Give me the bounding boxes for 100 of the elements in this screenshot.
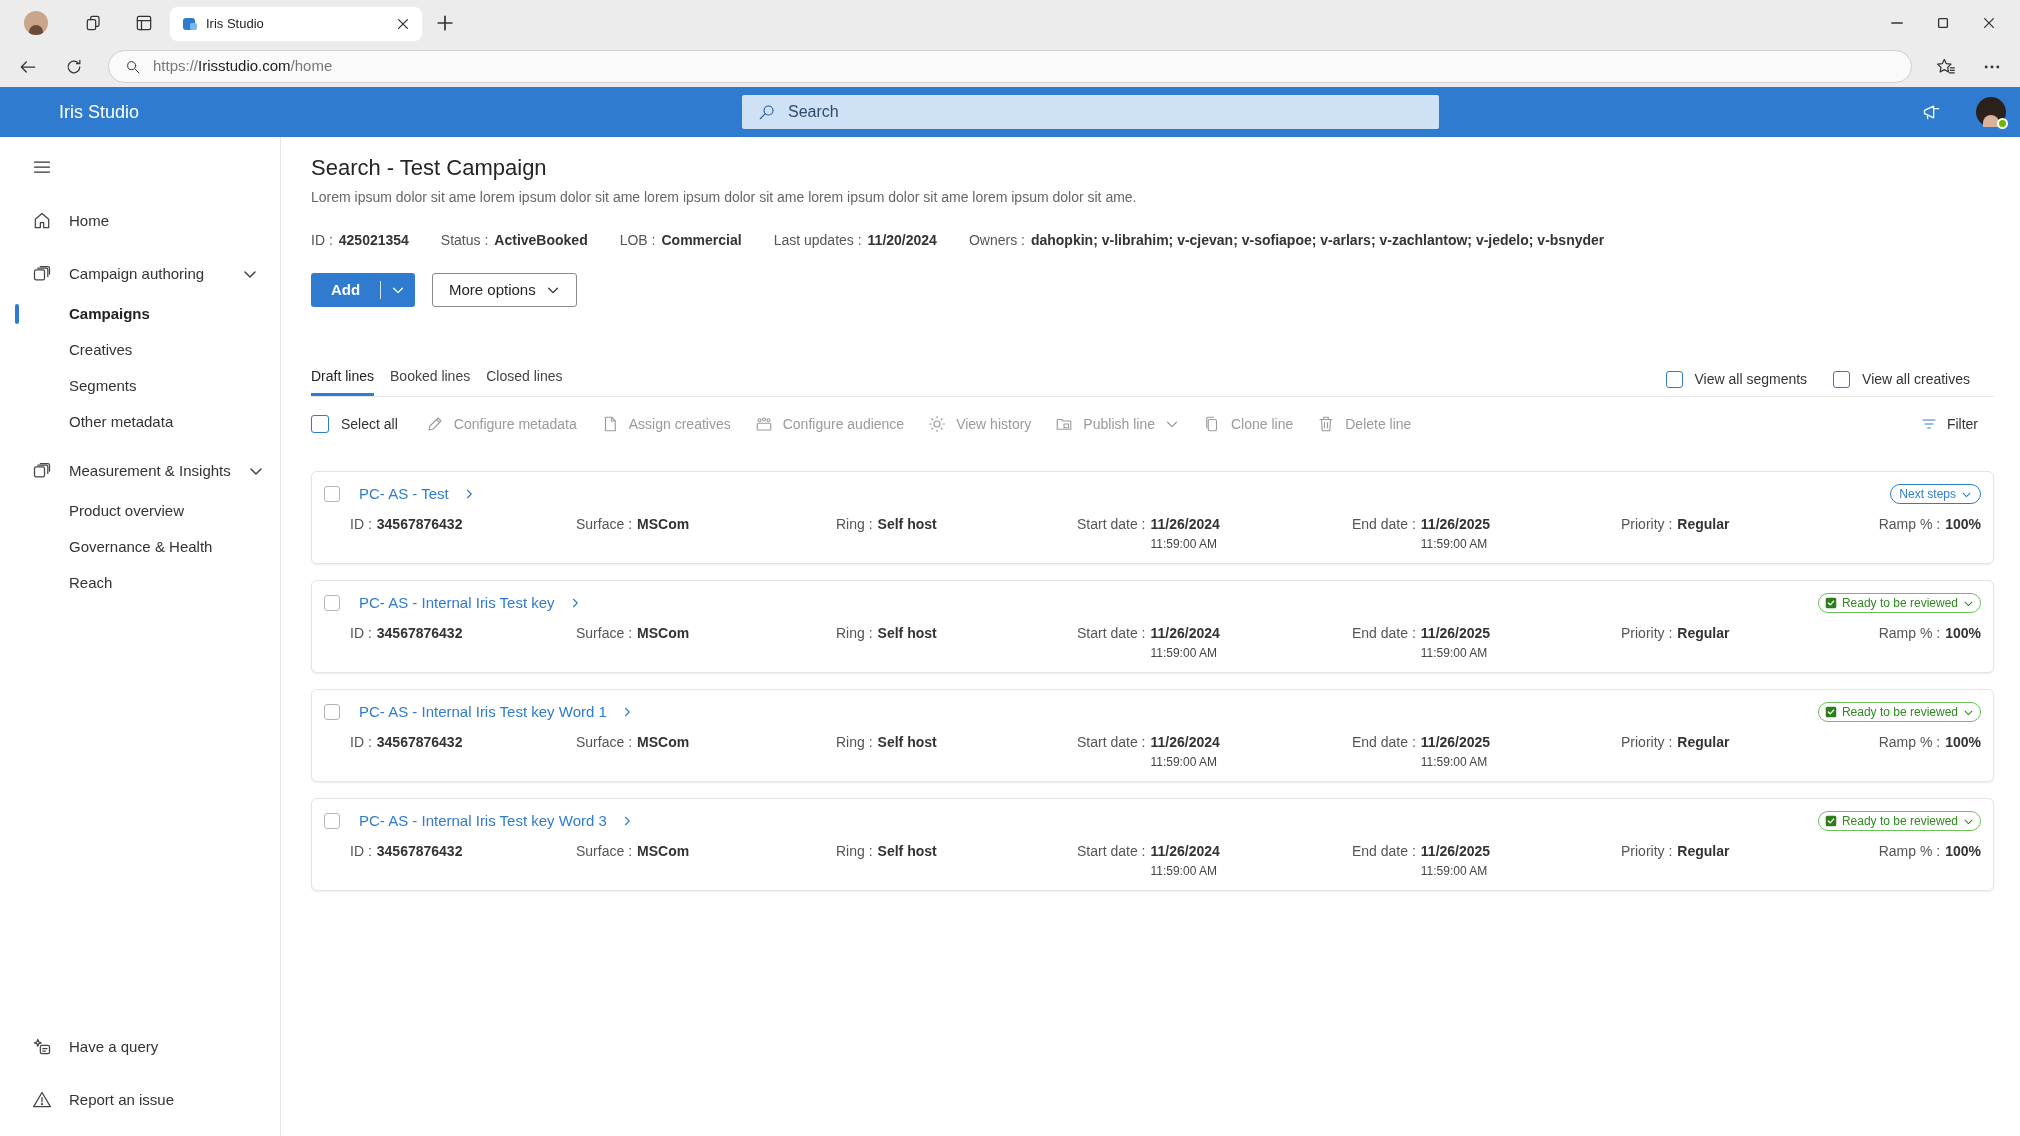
sidebar-subitem[interactable]: Creatives [0, 332, 280, 368]
browser-tab[interactable]: Iris Studio [170, 7, 422, 41]
sidebar-subitem[interactable]: Other metadata [0, 404, 280, 440]
search-field[interactable]: Search [742, 95, 1439, 129]
field-value: 100% [1945, 624, 1981, 643]
checkbox[interactable] [1833, 371, 1851, 388]
checkbox-label: View all segments [1694, 370, 1808, 389]
field-value: 11/26/2025 [1420, 733, 1491, 752]
checkbox[interactable] [324, 704, 340, 720]
field-label: Priority : [1621, 842, 1673, 861]
warning-icon [32, 1090, 52, 1110]
field-label: ID : [350, 624, 372, 643]
field-label: Surface : [576, 515, 633, 534]
field-value: 100% [1945, 733, 1981, 752]
checkbox[interactable] [324, 486, 340, 502]
checkbox[interactable] [311, 415, 329, 433]
profile-avatar[interactable] [24, 11, 48, 35]
field-time: 11:59:00 AM [1420, 863, 1488, 880]
field-label: Ring : [836, 842, 873, 861]
field-label: Ring : [836, 733, 873, 752]
field-label: End date : [1352, 733, 1416, 752]
field-time: 11:59:00 AM [1420, 754, 1488, 771]
meta-label: Status : [440, 231, 489, 250]
checkbox[interactable] [324, 595, 340, 611]
field-label: Priority : [1621, 733, 1673, 752]
field-label: ID : [350, 842, 372, 861]
field-value: 34567876432 [376, 733, 463, 752]
line-link[interactable]: PC- AS - Internal Iris Test key Word 3 [359, 809, 633, 833]
close-icon[interactable] [1982, 16, 1996, 30]
field-label: Priority : [1621, 515, 1673, 534]
field-label: End date : [1352, 842, 1416, 861]
checkbox-checked-icon [1824, 597, 1837, 609]
maximize-icon[interactable] [1936, 16, 1950, 30]
field-value: 11/26/2024 [1150, 842, 1220, 861]
field-value: 11/26/2024 [1150, 733, 1220, 752]
checkbox[interactable] [1665, 371, 1683, 388]
sidebar-subitem[interactable]: Campaigns [0, 296, 280, 332]
field-value: 11/26/2025 [1420, 624, 1491, 643]
field-label: Priority : [1621, 624, 1673, 643]
sidebar-item[interactable]: Measurement & Insights [0, 449, 280, 493]
selection-indicator [15, 304, 19, 324]
sidebar-panel-icon[interactable] [134, 13, 154, 33]
field-label: Ramp % : [1878, 733, 1941, 752]
field-value: 11/26/2024 [1150, 624, 1220, 643]
field-value: Self host [877, 842, 937, 861]
field-value: 11/26/2024 [1150, 515, 1220, 534]
field-label: Ring : [836, 515, 873, 534]
address-bar[interactable]: https://Irisstudio.com/home [108, 50, 1912, 83]
field-time: 11:59:00 AM [1150, 863, 1217, 880]
sidebar-subitem[interactable]: Reach [0, 565, 280, 601]
field-value: Self host [877, 733, 937, 752]
field-value: 11/26/2025 [1420, 515, 1491, 534]
sidebar-subitem[interactable]: Product overview [0, 493, 280, 529]
home-icon [32, 211, 52, 231]
field-label: Ramp % : [1878, 515, 1941, 534]
field-label: Ring : [836, 624, 873, 643]
field-value: 34567876432 [376, 842, 463, 861]
close-icon[interactable] [396, 17, 410, 31]
checkbox-label: View all creatives [1862, 370, 1970, 389]
field-time: 11:59:00 AM [1420, 536, 1488, 553]
line-link[interactable]: PC- AS - Test [359, 482, 475, 506]
sidebar-subitem[interactable]: Segments [0, 368, 280, 404]
more-options-button[interactable]: More options [432, 273, 577, 307]
sidebar-item[interactable]: Home [0, 199, 280, 243]
field-label: Surface : [576, 624, 633, 643]
field-label: Start date : [1077, 515, 1146, 534]
field-label: Ramp % : [1878, 624, 1941, 643]
new-tab-icon[interactable] [436, 14, 454, 32]
app-title: Iris Studio [59, 100, 140, 124]
sidebar-subitem[interactable]: Governance & Health [0, 529, 280, 565]
line-link[interactable]: PC- AS - Internal Iris Test key Word 1 [359, 700, 633, 724]
page-description: Lorem ipsum dolor sit ame lorem ipsum dolor sit ame lorem ipsum dolor sit ame lorem ipsum dolor sit ame lorem ipsum dolor sit ame. [311, 188, 1138, 207]
filter-button[interactable]: Filter [1920, 413, 1978, 435]
people-icon [754, 415, 773, 433]
checkbox[interactable] [324, 813, 340, 829]
sun-icon [928, 415, 947, 433]
line-link[interactable]: PC- AS - Internal Iris Test key [359, 591, 581, 615]
tab[interactable]: Draft lines [311, 360, 375, 396]
field-value: Regular [1677, 624, 1730, 643]
meta-label: ID : [311, 231, 333, 250]
page-title: Search - Test Campaign [311, 154, 548, 182]
meta-value: ActiveBooked [494, 231, 588, 250]
user-avatar[interactable] [1976, 97, 2006, 127]
sidebar-item[interactable]: Report an issue [0, 1078, 280, 1122]
field-value: 11/26/2025 [1420, 842, 1491, 861]
field-label: ID : [350, 515, 372, 534]
tab[interactable]: Booked lines [390, 360, 471, 396]
field-value: Self host [877, 624, 937, 643]
url-text: https://Irisstudio.com/home [153, 56, 333, 77]
sidebar-item[interactable]: Have a query [0, 1025, 280, 1069]
pencil-icon [425, 415, 444, 433]
search-icon [125, 58, 141, 75]
tab[interactable]: Closed lines [486, 360, 563, 396]
meta-value: 425021354 [338, 231, 409, 250]
field-value: MSCom [637, 842, 690, 861]
sidebar-item[interactable]: Campaign authoring [0, 252, 280, 296]
meta-label: Last updates : [773, 231, 862, 250]
field-value: Regular [1677, 842, 1730, 861]
field-value: MSCom [637, 733, 690, 752]
field-value: 34567876432 [376, 624, 463, 643]
